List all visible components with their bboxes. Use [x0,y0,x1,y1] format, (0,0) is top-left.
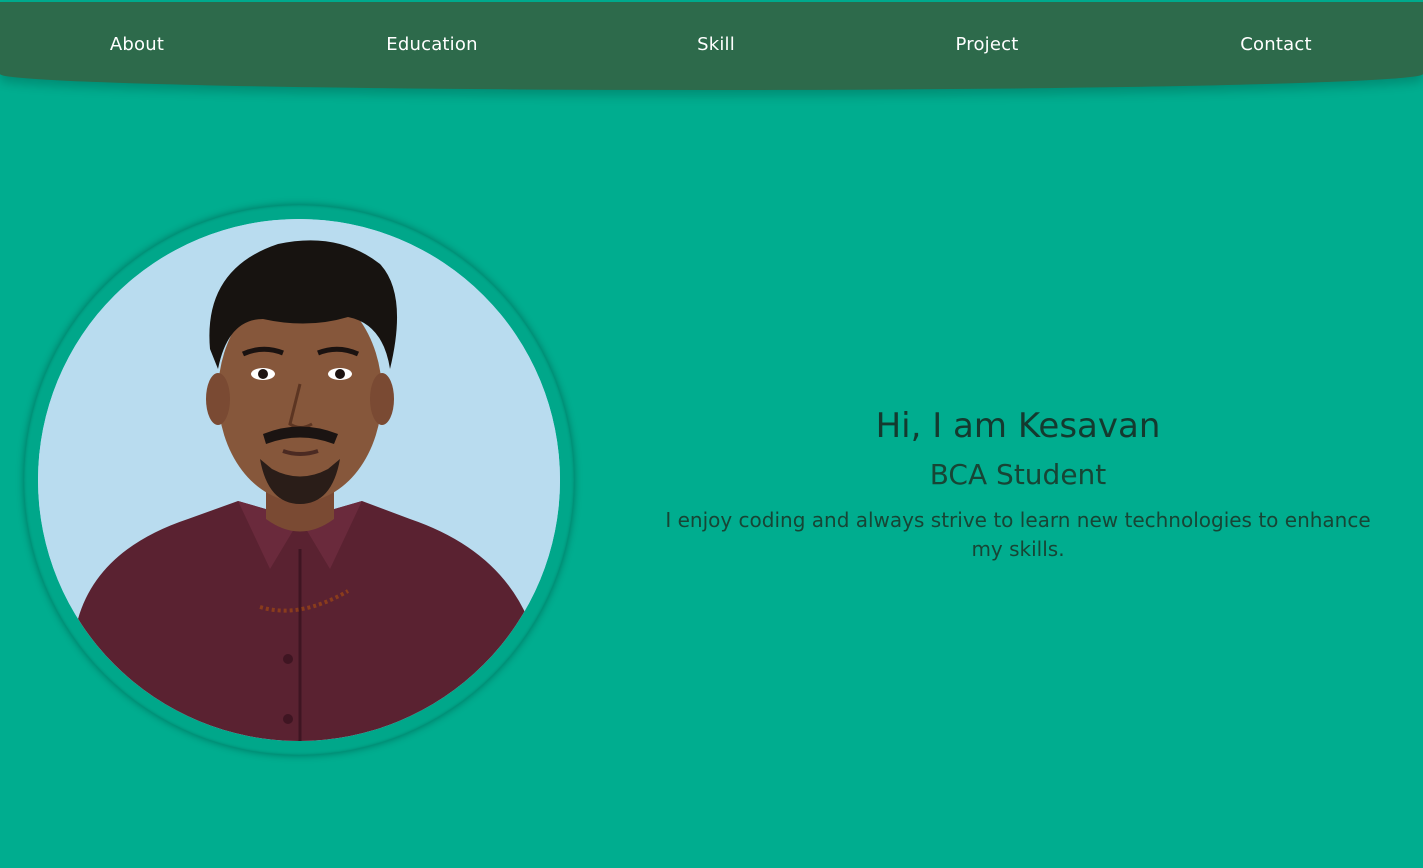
intro-tagline: I enjoy coding and always strive to lear… [665,508,1371,561]
profile-photo-frame [24,205,574,755]
intro-section: Hi, I am Kesavan BCA Student I enjoy cod… [660,400,1376,564]
portfolio-page: About Education Skill Project Contact Hi… [0,0,1423,868]
top-navbar: About Education Skill Project Contact [0,2,1423,90]
nav-link-about[interactable]: About [110,34,164,55]
nav-link-skill[interactable]: Skill [697,34,735,55]
greeting-heading: Hi, I am Kesavan [875,406,1161,446]
nav-link-education[interactable]: Education [386,34,477,55]
nav-link-project[interactable]: Project [956,34,1019,55]
role-subheading: BCA Student [929,458,1107,491]
profile-photo [38,219,560,741]
nav-link-contact[interactable]: Contact [1240,34,1311,55]
person-portrait-illustration [38,219,560,741]
